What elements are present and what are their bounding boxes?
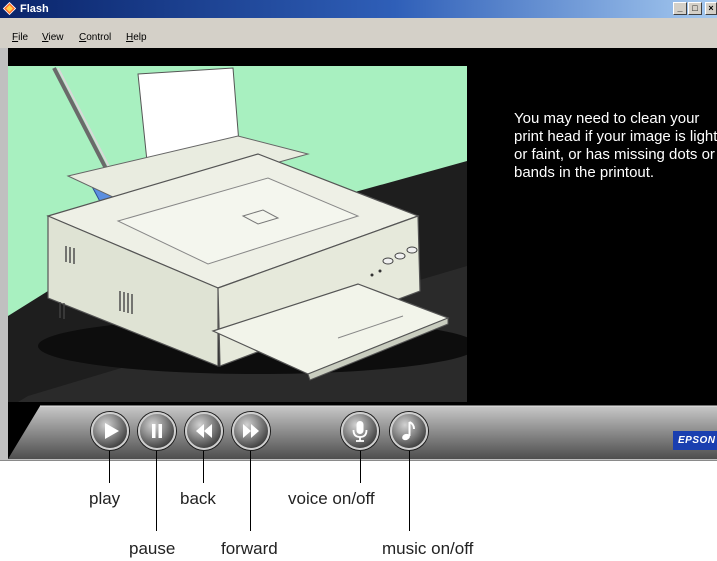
- menu-control[interactable]: Control: [79, 32, 111, 44]
- back-callout-label: back: [180, 489, 216, 508]
- play-icon: [105, 423, 119, 439]
- flash-app-icon: [3, 2, 16, 15]
- play-button[interactable]: [91, 412, 129, 450]
- menu-help[interactable]: Help: [126, 32, 147, 44]
- menu-bar: File View Control Help: [0, 18, 717, 48]
- music-note-icon: [402, 421, 415, 441]
- back-callout-line: [203, 451, 204, 483]
- play-callout-label: play: [89, 489, 121, 508]
- play-callout-line: [109, 451, 110, 483]
- rewind-icon: [196, 424, 212, 438]
- close-button[interactable]: ×: [705, 2, 717, 15]
- title-bar[interactable]: Flash _ □ ×: [0, 0, 717, 18]
- voice-callout-label: voice on/off: [288, 489, 375, 508]
- voice-callout-line: [360, 451, 361, 483]
- flash-movie-area: You may need to clean your print head if…: [8, 48, 717, 459]
- control-bar: EPSON: [8, 402, 717, 459]
- forward-callout-line: [250, 451, 251, 531]
- forward-button[interactable]: [232, 412, 270, 450]
- menu-file[interactable]: File: [12, 32, 28, 44]
- printer-illustration: [8, 66, 467, 402]
- menu-view[interactable]: View: [42, 32, 64, 44]
- pause-callout-label: pause: [129, 539, 176, 558]
- forward-callout-label: forward: [221, 539, 278, 558]
- music-toggle-button[interactable]: [390, 412, 428, 450]
- instruction-text: You may need to clean your print head if…: [514, 110, 717, 181]
- flash-window: Flash _ □ × File View Control Help You m…: [0, 0, 717, 461]
- back-button[interactable]: [185, 412, 223, 450]
- window-title: Flash: [20, 3, 49, 15]
- music-callout-label: music on/off: [382, 539, 474, 558]
- pause-button[interactable]: [138, 412, 176, 450]
- maximize-button[interactable]: □: [688, 2, 702, 15]
- pause-callout-line: [156, 451, 157, 531]
- microphone-icon: [352, 421, 368, 442]
- fast-forward-icon: [243, 424, 259, 438]
- music-callout-line: [409, 451, 410, 531]
- pause-icon: [152, 424, 162, 438]
- voice-toggle-button[interactable]: [341, 412, 379, 450]
- minimize-button[interactable]: _: [673, 2, 687, 15]
- epson-logo-text: EPSON: [678, 435, 716, 446]
- epson-logo: EPSON: [673, 431, 717, 450]
